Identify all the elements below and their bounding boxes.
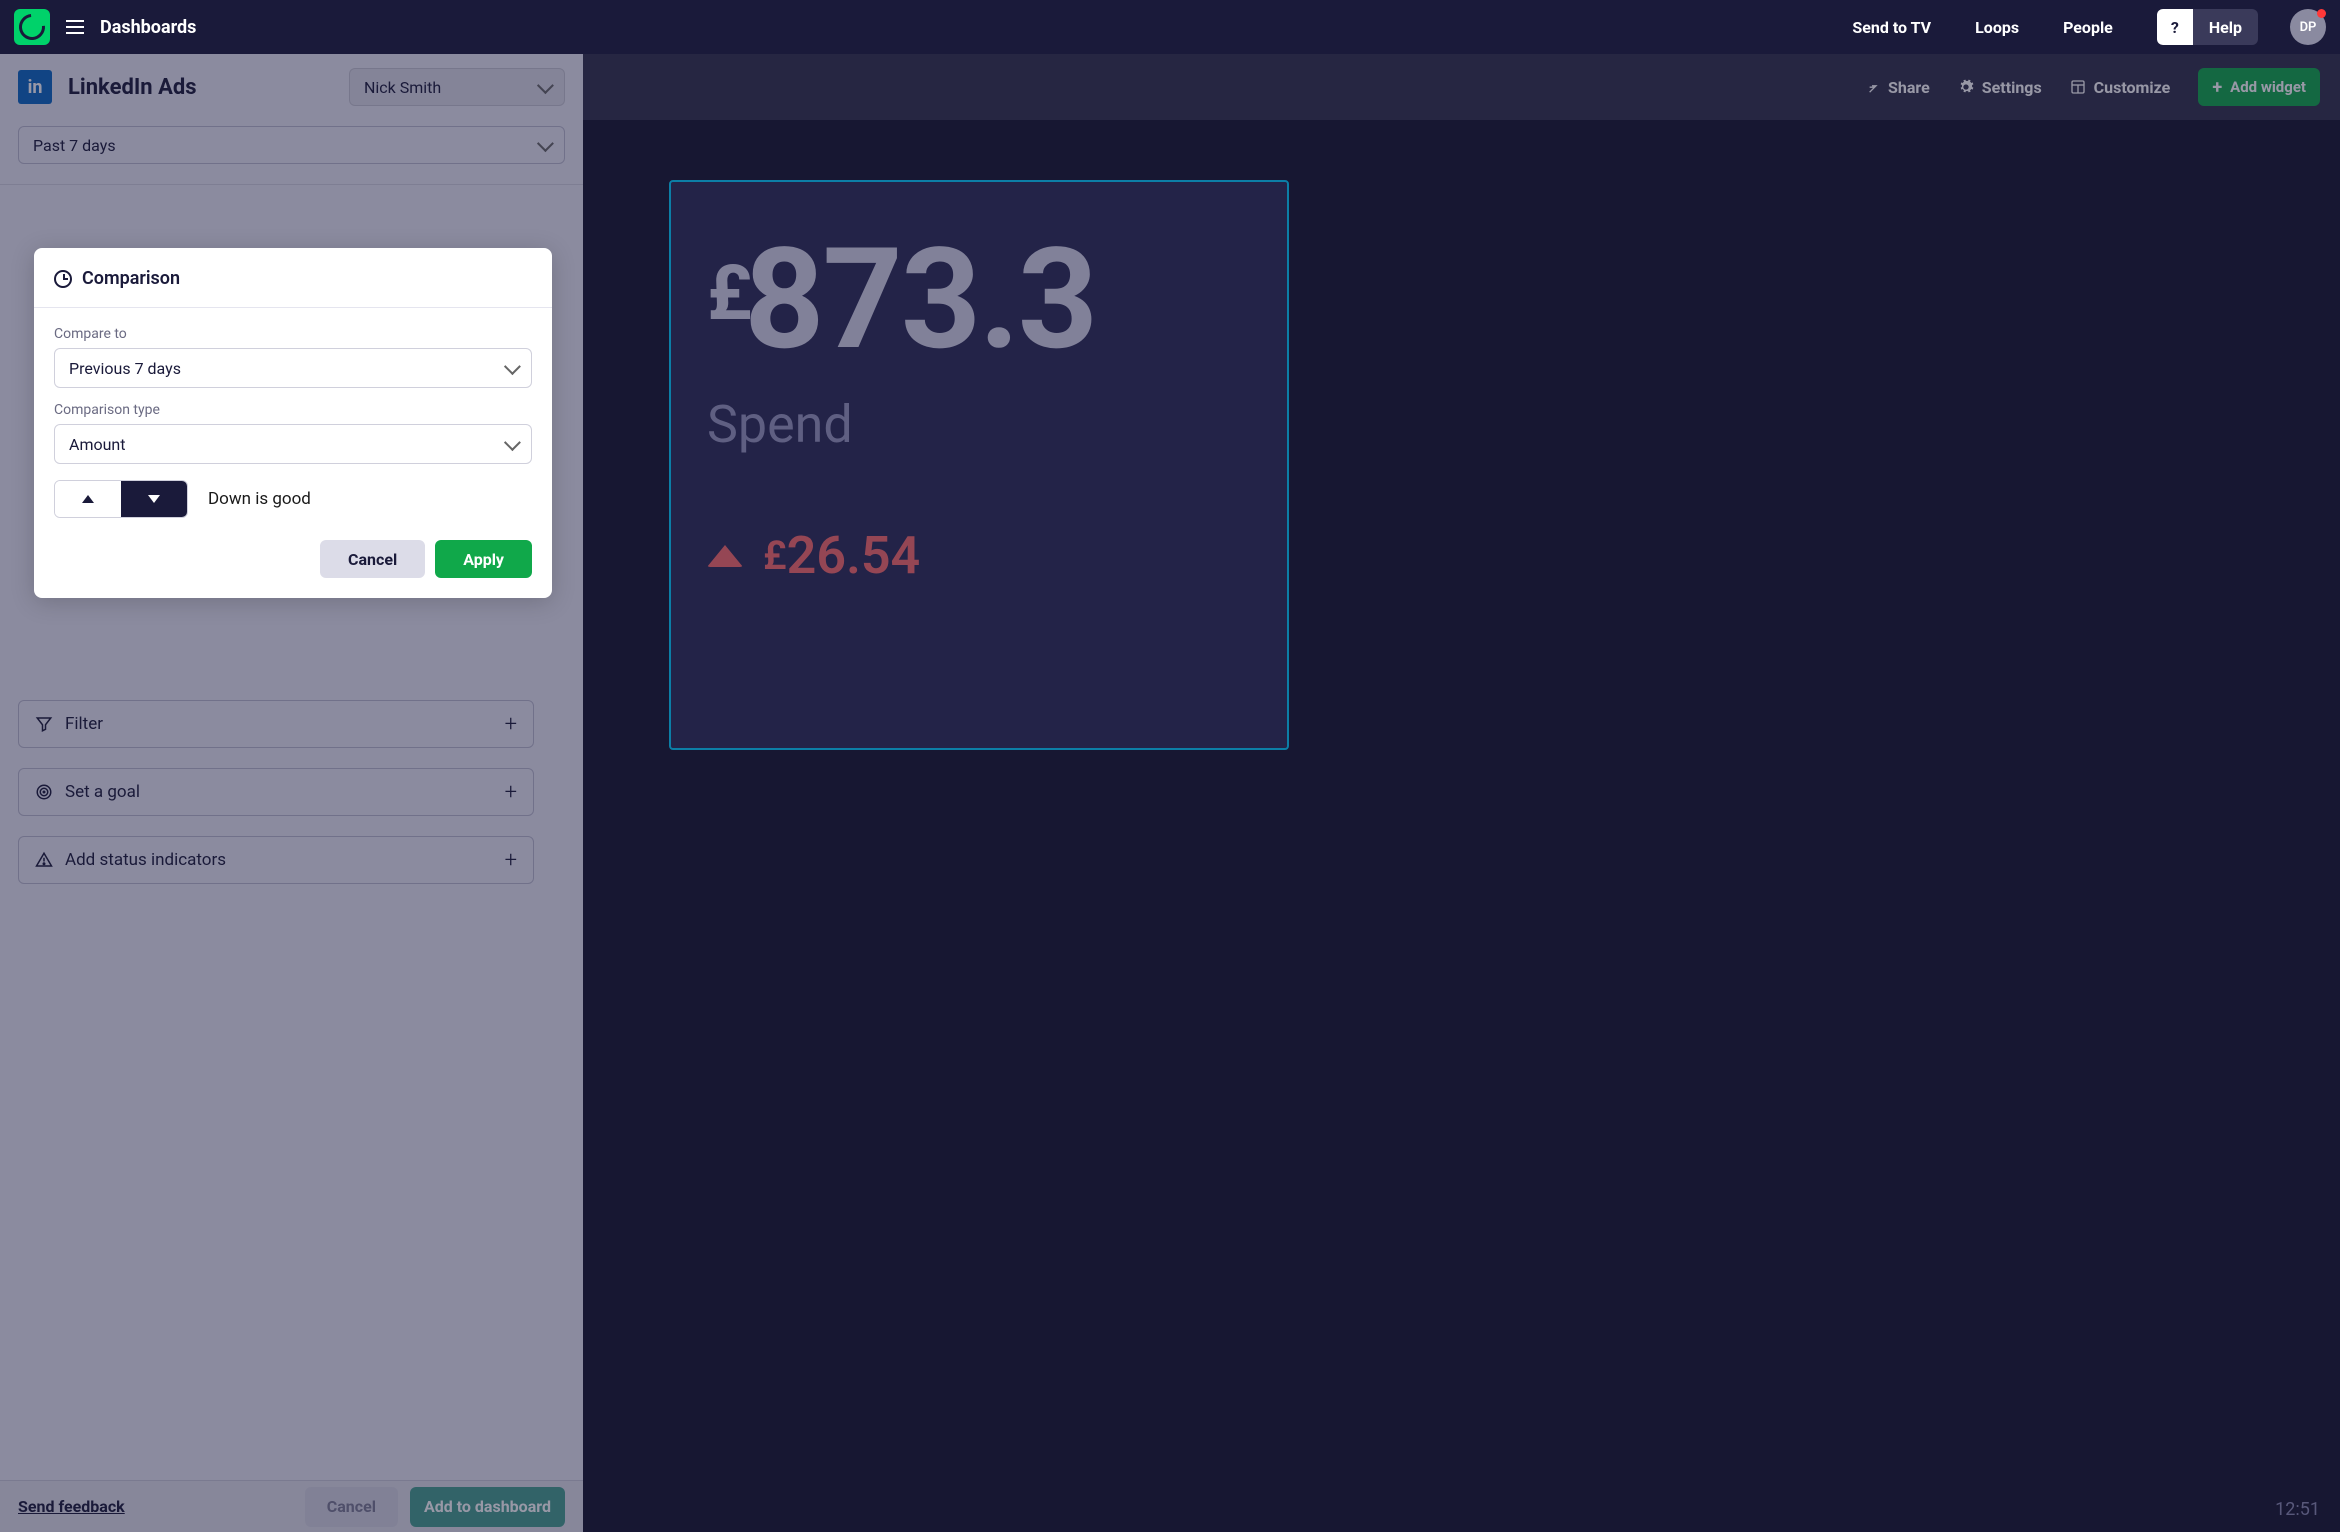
- customize-label: Customize: [2094, 78, 2171, 97]
- account-select[interactable]: Nick Smith: [349, 68, 565, 106]
- nav-people[interactable]: People: [2049, 18, 2127, 37]
- plus-icon: +: [505, 780, 517, 805]
- notification-dot-icon: [2317, 9, 2326, 18]
- avatar-initials: DP: [2300, 20, 2317, 35]
- delta-number: 26.54: [787, 525, 921, 586]
- add-widget-button[interactable]: + Add widget: [2198, 68, 2320, 106]
- target-icon: [35, 783, 53, 801]
- compare-to-value: Previous 7 days: [69, 359, 181, 378]
- add-widget-label: Add widget: [2230, 78, 2306, 96]
- sidebar-bottom-bar: Send feedback Cancel Add to dashboard: [0, 1480, 583, 1532]
- add-to-dashboard-button[interactable]: Add to dashboard: [410, 1487, 565, 1527]
- widget-canvas: £873.3 Spend £26.54: [583, 120, 2340, 1532]
- timeframe-select[interactable]: Past 7 days: [18, 126, 565, 164]
- widget-number: 873.3: [744, 218, 1096, 382]
- nav-title: Dashboards: [100, 17, 196, 38]
- widget-label: Spend: [707, 394, 1251, 455]
- filter-option[interactable]: Filter +: [18, 700, 534, 748]
- direction-up-option[interactable]: [55, 481, 121, 517]
- compare-to-label: Compare to: [54, 326, 532, 342]
- plus-icon: +: [505, 712, 517, 737]
- comparison-type-value: Amount: [69, 435, 125, 454]
- goal-option[interactable]: Set a goal +: [18, 768, 534, 816]
- comparison-type-label: Comparison type: [54, 402, 532, 418]
- spend-widget[interactable]: £873.3 Spend £26.54: [669, 180, 1289, 750]
- help-button[interactable]: Help: [2193, 9, 2258, 45]
- chevron-down-icon: [537, 135, 554, 152]
- delta-currency: £: [763, 532, 787, 579]
- menu-icon[interactable]: [66, 20, 84, 34]
- filter-label: Filter: [65, 714, 103, 734]
- options-stack: Filter + Set a goal +: [0, 690, 583, 884]
- widget-value: £873.3: [707, 230, 1251, 370]
- customize-button[interactable]: Customize: [2070, 78, 2171, 97]
- customize-icon: [2070, 79, 2086, 95]
- triangle-down-icon: [148, 495, 160, 503]
- status-indicators-label: Add status indicators: [65, 850, 226, 870]
- comparison-title: Comparison: [82, 268, 180, 289]
- chevron-down-icon: [504, 434, 521, 451]
- nav-send-to-tv[interactable]: Send to TV: [1838, 18, 1945, 37]
- comparison-card: Comparison Compare to Previous 7 days Co…: [34, 248, 552, 598]
- chevron-down-icon: [504, 358, 521, 375]
- compare-to-select[interactable]: Previous 7 days: [54, 348, 532, 388]
- direction-toggle[interactable]: [54, 480, 188, 518]
- funnel-icon: [35, 715, 53, 733]
- comparison-apply-button[interactable]: Apply: [435, 540, 532, 578]
- cancel-button[interactable]: Cancel: [305, 1487, 398, 1527]
- clock-icon: [54, 270, 72, 288]
- datasource-title: LinkedIn Ads: [68, 75, 333, 100]
- linkedin-icon: in: [18, 70, 52, 104]
- plus-icon: +: [2212, 77, 2222, 98]
- plus-icon: +: [505, 848, 517, 873]
- top-nav: Dashboards Send to TV Loops People ? Hel…: [0, 0, 2340, 54]
- share-icon: [1864, 79, 1880, 95]
- divider: [0, 184, 583, 185]
- direction-down-option[interactable]: [121, 481, 187, 517]
- account-select-value: Nick Smith: [364, 78, 441, 97]
- gear-icon: [1958, 79, 1974, 95]
- brand-logo[interactable]: [14, 9, 50, 45]
- avatar[interactable]: DP: [2290, 9, 2326, 45]
- comparison-type-select[interactable]: Amount: [54, 424, 532, 464]
- send-feedback-link[interactable]: Send feedback: [18, 1497, 125, 1516]
- share-label: Share: [1888, 78, 1930, 97]
- nav-loops[interactable]: Loops: [1961, 18, 2033, 37]
- config-sidebar: in LinkedIn Ads Nick Smith Past 7 days: [0, 54, 583, 1532]
- clock-time: 12:51: [2275, 1499, 2320, 1520]
- chevron-down-icon: [537, 77, 554, 94]
- warning-icon: [35, 851, 53, 869]
- preview-toolbar: Share Settings Customize + Add widget: [583, 54, 2340, 120]
- triangle-up-icon: [82, 495, 94, 503]
- help-tip-button[interactable]: ?: [2157, 9, 2193, 45]
- sidebar-header: in LinkedIn Ads Nick Smith: [0, 54, 583, 120]
- widget-delta: £26.54: [707, 525, 1251, 586]
- preview-area: Share Settings Customize + Add widget £8…: [583, 54, 2340, 1532]
- help-group: ? Help: [2157, 9, 2258, 45]
- share-button[interactable]: Share: [1864, 78, 1930, 97]
- settings-label: Settings: [1982, 78, 2042, 97]
- comparison-cancel-button[interactable]: Cancel: [320, 540, 425, 578]
- timeframe-value: Past 7 days: [33, 136, 116, 155]
- status-indicators-option[interactable]: Add status indicators +: [18, 836, 534, 884]
- goal-label: Set a goal: [65, 782, 140, 802]
- triangle-up-icon: [707, 545, 743, 567]
- settings-button[interactable]: Settings: [1958, 78, 2042, 97]
- direction-label: Down is good: [208, 489, 311, 509]
